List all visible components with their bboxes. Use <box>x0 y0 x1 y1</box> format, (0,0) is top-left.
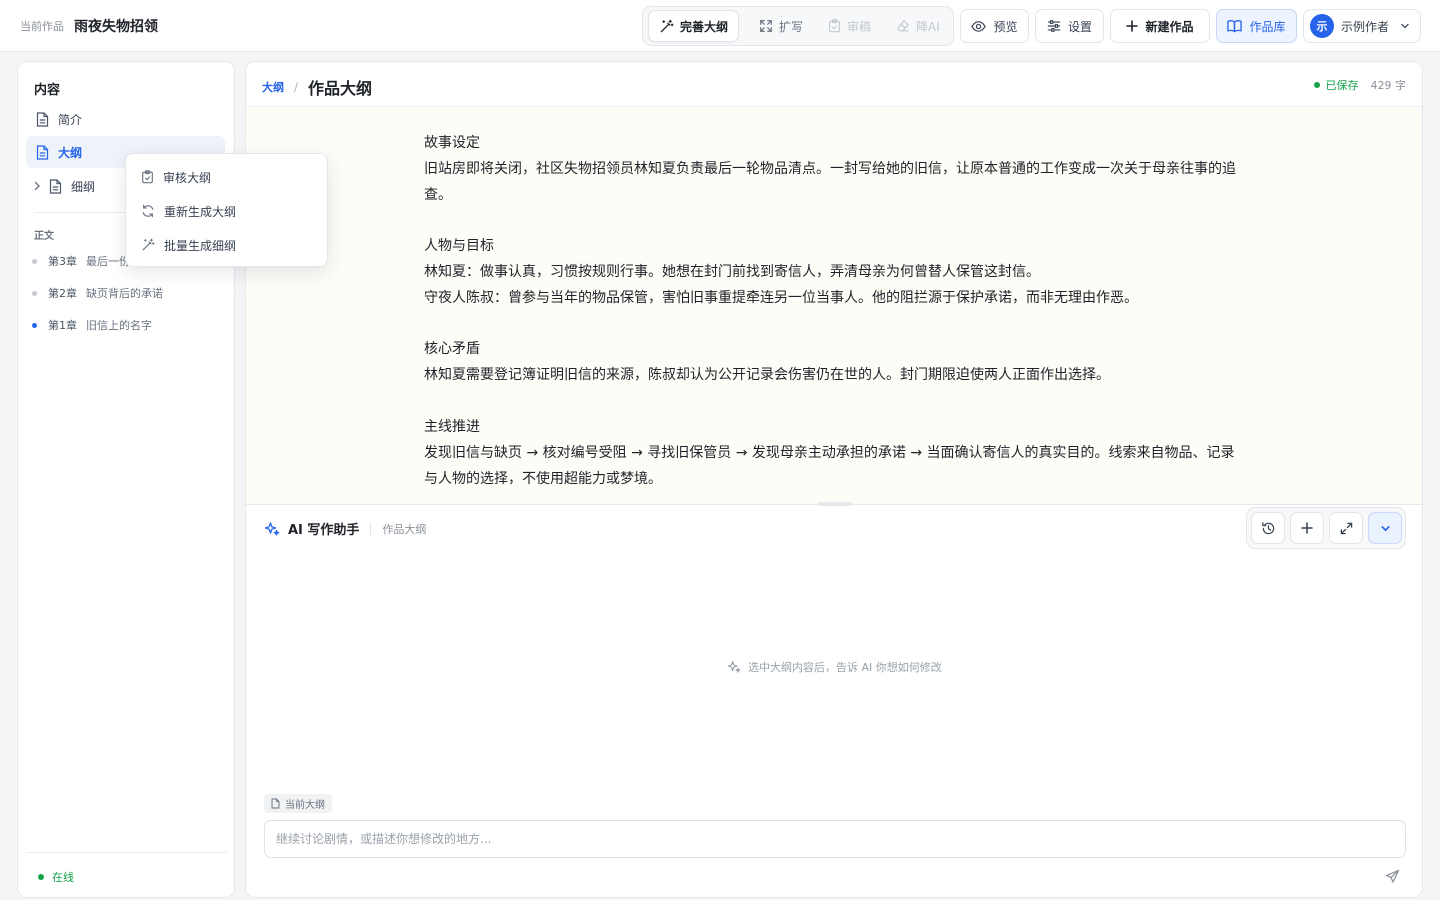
ai-context-label: 作品大纲 <box>382 522 427 536</box>
section-line: 发现旧信与缺页 → 核对编号受阻 → 寻找旧保管员 → 发现母亲主动承担的承诺 … <box>424 445 1235 487</box>
outline-document[interactable]: 故事设定 旧站房即将关闭，社区失物招领员林知夏负责最后一轮物品清点。一封写给她的… <box>246 107 1422 504</box>
clipboard-check-icon <box>141 170 154 184</box>
ai-toolbar <box>1246 507 1406 549</box>
chapter-dot <box>32 258 37 264</box>
chapter-item-2[interactable]: 第2章 缺页背后的承诺 <box>32 285 163 301</box>
chevron-down-icon <box>1380 523 1391 534</box>
section-heading: 主线推进 <box>424 419 480 435</box>
preview-button[interactable]: 预览 <box>960 9 1029 43</box>
editor-panel: 大纲 / 作品大纲 已保存 429 字 故事设定 旧站房即将关闭，社区失物招领员… <box>245 61 1423 898</box>
document-icon <box>36 144 49 160</box>
section-line: 林知夏需要登记簿证明旧信的来源，陈叔却认为公开记录会伤害仍在世的人。封门期限迫使… <box>424 367 1110 383</box>
resize-handle[interactable] <box>818 502 852 506</box>
menu-item-regenerate-outline[interactable]: 重新生成大纲 <box>132 196 323 226</box>
divider <box>370 521 372 536</box>
avatar: 示 <box>1310 14 1334 38</box>
outline-section: 核心矛盾 林知夏需要登记簿证明旧信的来源，陈叔却认为公开记录会伤害仍在世的人。封… <box>424 336 1244 388</box>
chevron-right-icon[interactable] <box>33 181 41 191</box>
top-bar: 当前作品 雨夜失物招领 完善大纲 扩写 审稿 降AI 预览 设置 新建作品 作品… <box>0 0 1440 52</box>
sparkle-icon <box>264 521 280 537</box>
work-title: 雨夜失物招领 <box>74 19 158 35</box>
sidebar-heading: 内容 <box>34 83 61 98</box>
collapse-panel-button[interactable] <box>1368 512 1402 544</box>
sparkle-icon <box>727 660 741 674</box>
ai-empty-hint: 选中大纲内容后，告诉 AI 你想如何修改 <box>727 659 942 675</box>
section-line: 守夜人陈叔：曾参与当年的物品保管，害怕旧事重提牵连另一位当事人。他的阻拦源于保护… <box>424 290 1138 306</box>
plus-icon <box>1126 20 1139 32</box>
user-name: 示例作者 <box>1341 19 1390 34</box>
review-button[interactable]: 审稿 <box>818 10 881 42</box>
chapter-dot <box>32 290 37 296</box>
maximize-button[interactable] <box>1329 512 1363 544</box>
ai-panel-header: AI 写作助手 作品大纲 <box>264 519 426 538</box>
send-button[interactable] <box>1381 865 1403 887</box>
ai-chat-input[interactable]: 继续讨论剧情，或描述你想修改的地方... <box>264 820 1406 858</box>
new-chat-button[interactable] <box>1290 512 1324 544</box>
chapter-dot-current <box>32 322 37 328</box>
divider <box>26 852 227 853</box>
expand-button[interactable]: 扩写 <box>749 10 813 42</box>
status-dot <box>38 874 44 880</box>
section-heading: 故事设定 <box>424 135 480 151</box>
user-menu[interactable]: 示 示例作者 <box>1303 9 1421 43</box>
refine-outline-button[interactable]: 完善大纲 <box>648 10 740 42</box>
current-work-label: 当前作品 <box>20 20 64 33</box>
eraser-icon <box>896 19 910 33</box>
section-heading: 核心矛盾 <box>424 341 480 357</box>
library-button[interactable]: 作品库 <box>1216 9 1297 43</box>
ai-panel-title: AI 写作助手 <box>288 523 360 538</box>
eye-icon <box>971 19 987 34</box>
section-line: 旧站房即将关闭，社区失物招领员林知夏负责最后一轮物品清点。一封写给她的旧信，让原… <box>424 161 1236 203</box>
chapter-item-3[interactable]: 第3章 最后一份 <box>32 253 130 269</box>
online-status: 在线 <box>38 869 74 885</box>
page-title: 作品大纲 <box>308 79 373 98</box>
editor-header: 大纲 / 作品大纲 已保存 429 字 <box>246 62 1422 107</box>
word-count: 429 字 <box>1370 79 1407 92</box>
outline-context-menu: 审核大纲 重新生成大纲 批量生成细纲 <box>125 153 328 267</box>
send-icon <box>1385 869 1400 884</box>
refresh-icon <box>141 204 155 218</box>
outline-section: 主线推进 发现旧信与缺页 → 核对编号受阻 → 寻找旧保管员 → 发现母亲主动承… <box>424 414 1244 492</box>
sliders-icon <box>1047 19 1061 33</box>
outline-section: 人物与目标 林知夏：做事认真，习惯按规则行事。她想在封门前找到寄信人，弄清母亲为… <box>424 233 1244 311</box>
plus-icon <box>1301 522 1313 534</box>
magic-wand-icon <box>659 19 674 34</box>
history-button[interactable] <box>1251 512 1285 544</box>
status-dot <box>1313 82 1320 88</box>
magic-wand-icon <box>141 238 155 252</box>
menu-item-batch-generate-detail[interactable]: 批量生成细纲 <box>132 230 323 260</box>
de-ai-button[interactable]: 降AI <box>886 10 950 42</box>
breadcrumb: 大纲 / 作品大纲 <box>262 75 372 99</box>
outline-section: 故事设定 旧站房即将关闭，社区失物招领员林知夏负责最后一轮物品清点。一封写给她的… <box>424 130 1244 208</box>
save-status: 已保存 429 字 <box>1313 77 1407 93</box>
new-work-button[interactable]: 新建作品 <box>1110 9 1210 43</box>
chapter-item-1[interactable]: 第1章 旧信上的名字 <box>32 317 152 333</box>
expand-arrows-icon <box>759 19 773 33</box>
menu-item-review-outline[interactable]: 审核大纲 <box>132 162 323 192</box>
settings-button[interactable]: 设置 <box>1035 9 1104 43</box>
context-chip[interactable]: 当前大纲 <box>264 794 332 813</box>
sidebar-item-intro[interactable]: 简介 <box>26 103 225 135</box>
section-line: 林知夏：做事认真，习惯按规则行事。她想在封门前找到寄信人，弄清母亲为何曾替人保管… <box>424 264 1040 280</box>
document-icon <box>49 178 62 194</box>
document-icon <box>36 111 49 127</box>
breadcrumb-parent[interactable]: 大纲 <box>262 79 284 95</box>
ai-tool-group: 完善大纲 扩写 审稿 降AI <box>642 6 954 46</box>
body-heading: 正文 <box>34 231 54 242</box>
document-icon <box>271 798 280 809</box>
history-icon <box>1261 521 1276 536</box>
section-heading: 人物与目标 <box>424 238 494 254</box>
breadcrumb-separator: / <box>294 80 299 94</box>
book-open-icon <box>1227 19 1243 33</box>
chevron-down-icon <box>1400 21 1410 31</box>
clipboard-icon <box>828 19 841 33</box>
maximize-icon <box>1340 522 1353 535</box>
